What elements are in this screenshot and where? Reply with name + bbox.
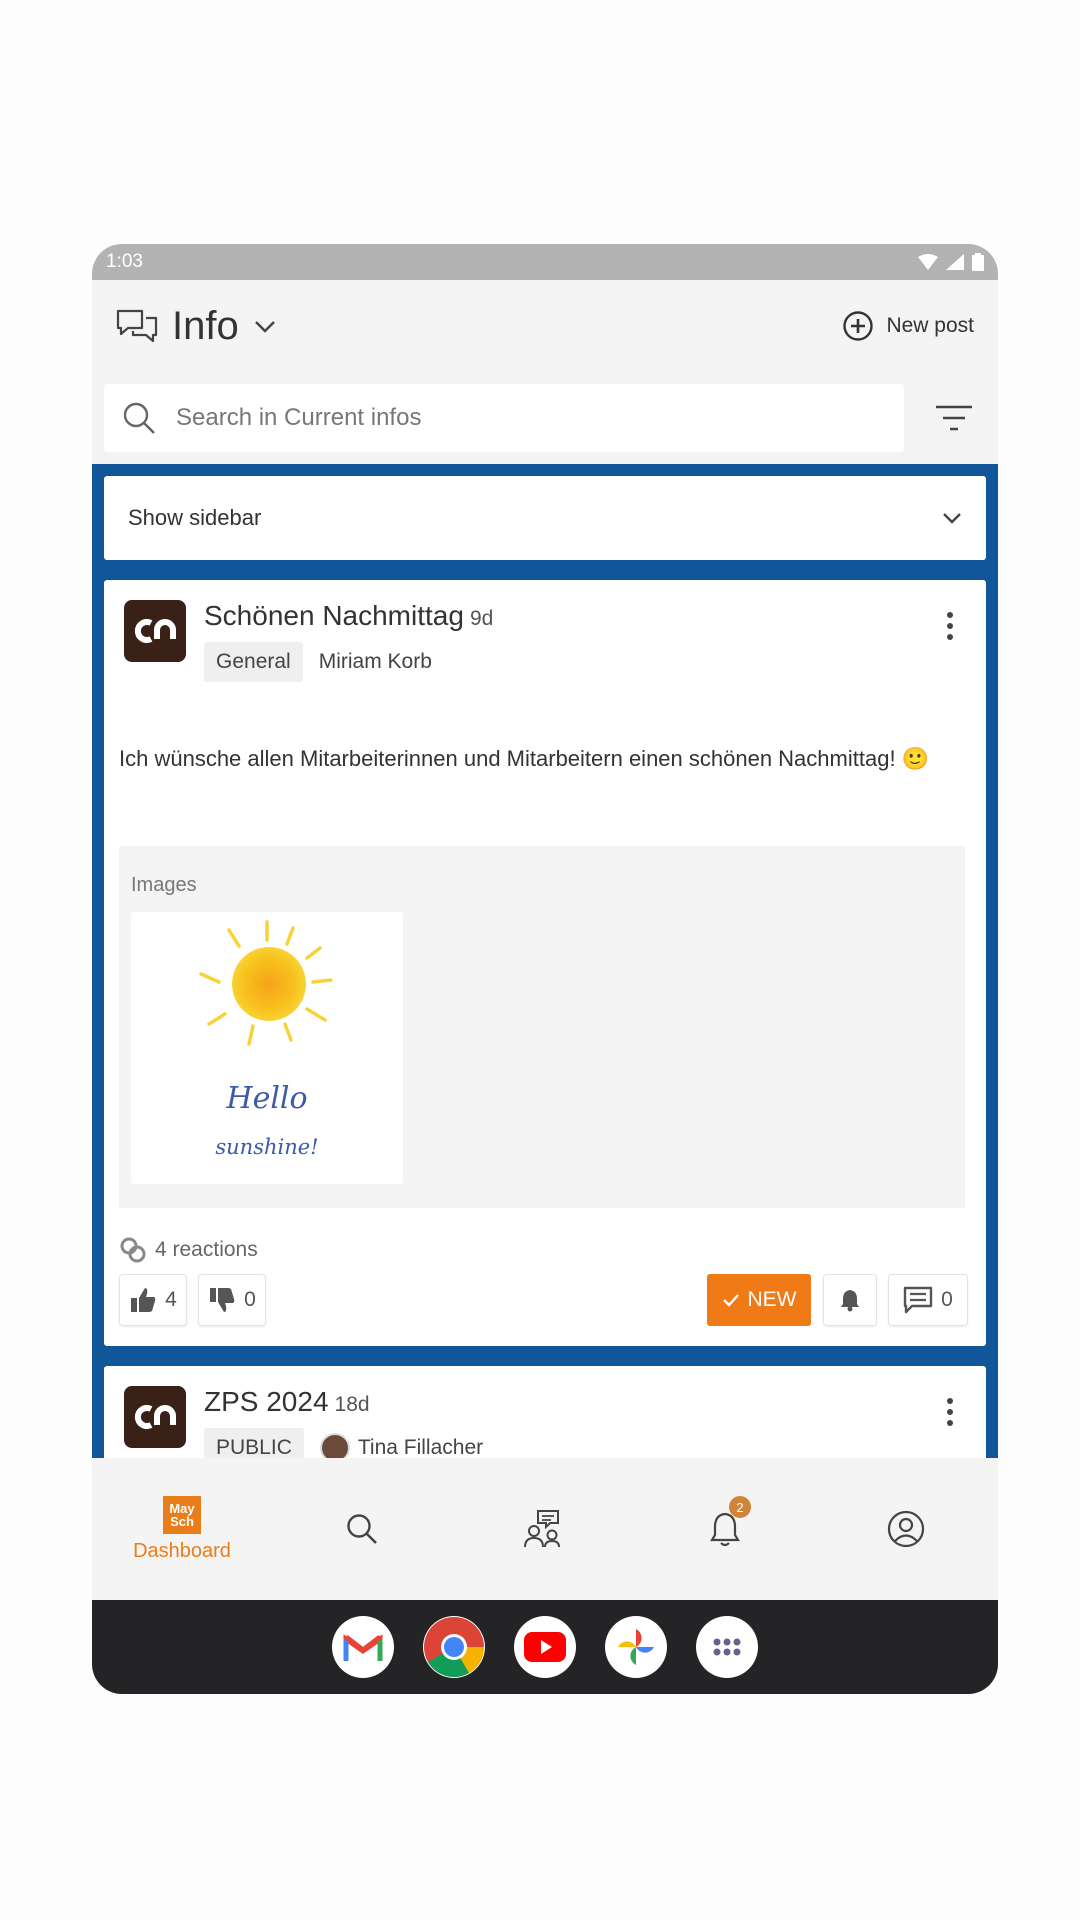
app-drawer-icon[interactable] bbox=[696, 1616, 758, 1678]
reactions-count: 4 reactions bbox=[155, 1238, 258, 1261]
channel-logo bbox=[124, 1386, 186, 1448]
post-card: Schönen Nachmittag 9d General Miriam Kor… bbox=[104, 580, 986, 1346]
new-post-button[interactable]: New post bbox=[842, 310, 974, 342]
chrome-logo bbox=[424, 1617, 484, 1678]
gmail-logo bbox=[343, 1634, 383, 1661]
reactions-icon bbox=[120, 1237, 146, 1263]
category-tag[interactable]: General bbox=[204, 642, 303, 682]
filter-button[interactable] bbox=[930, 394, 978, 442]
comment-count: 0 bbox=[941, 1288, 953, 1311]
device-frame: 1:03 Info New post Search in Current inf… bbox=[92, 244, 998, 1694]
image-thumbnail[interactable]: Hello sunshine! bbox=[131, 912, 403, 1184]
plus-circle-icon bbox=[843, 311, 874, 341]
dislike-button[interactable]: 0 bbox=[198, 1274, 266, 1326]
author-name: Tina Fillacher bbox=[357, 1436, 484, 1459]
like-button[interactable]: 4 bbox=[119, 1274, 187, 1326]
nav-dashboard[interactable]: May Sch Dashboard bbox=[122, 1458, 242, 1600]
post-meta: General Miriam Korb bbox=[204, 642, 432, 682]
nav-dashboard-label: Dashboard bbox=[133, 1539, 231, 1562]
post-title-row: ZPS 2024 18d bbox=[204, 1386, 370, 1418]
logo-icon bbox=[134, 619, 176, 643]
more-options-icon[interactable] bbox=[946, 612, 954, 640]
app-header: Info New post bbox=[92, 280, 998, 372]
dashboard-logo-icon: May Sch bbox=[163, 1495, 201, 1534]
filter-icon bbox=[936, 405, 972, 431]
search-input[interactable]: Search in Current infos bbox=[104, 384, 904, 452]
page-title: Info bbox=[172, 303, 239, 348]
signal-icon bbox=[946, 254, 964, 270]
search-icon bbox=[123, 402, 155, 434]
status-time: 1:03 bbox=[106, 251, 143, 272]
chevron-down-icon bbox=[254, 321, 275, 333]
people-chat-icon bbox=[524, 1510, 560, 1548]
post-title[interactable]: Schönen Nachmittag bbox=[204, 600, 464, 632]
battery-icon bbox=[972, 253, 984, 271]
dislike-count: 0 bbox=[244, 1288, 256, 1311]
post-body: Ich wünsche allen Mitarbeiterinnen und M… bbox=[119, 746, 930, 771]
post-age: 18d bbox=[334, 1393, 370, 1416]
like-count: 4 bbox=[165, 1288, 177, 1311]
post-title[interactable]: ZPS 2024 bbox=[204, 1386, 329, 1418]
gmail-icon[interactable] bbox=[332, 1616, 394, 1678]
image-caption-2: sunshine! bbox=[215, 1135, 318, 1159]
wifi-icon bbox=[918, 254, 938, 270]
channel-selector[interactable]: Info bbox=[116, 304, 277, 349]
search-icon bbox=[347, 1514, 377, 1544]
android-dock bbox=[92, 1600, 998, 1694]
notify-button[interactable] bbox=[823, 1274, 877, 1326]
new-post-label: New post bbox=[886, 314, 974, 337]
images-label: Images bbox=[131, 874, 197, 896]
notification-badge: 2 bbox=[729, 1496, 751, 1518]
photos-icon[interactable] bbox=[605, 1616, 667, 1678]
author-name[interactable]: Miriam Korb bbox=[319, 650, 432, 674]
photos-logo bbox=[618, 1629, 654, 1665]
image-caption-1: Hello bbox=[225, 1081, 307, 1116]
post-title-row: Schönen Nachmittag 9d bbox=[204, 600, 493, 632]
youtube-logo bbox=[524, 1632, 566, 1662]
chevron-down-icon bbox=[943, 513, 961, 524]
thumbs-down-icon bbox=[210, 1288, 235, 1312]
post-age: 9d bbox=[469, 607, 494, 630]
dots-grid-icon bbox=[713, 1638, 741, 1656]
sun-illustration: Hello sunshine! bbox=[199, 920, 333, 1159]
images-section: Images Hello sunshine! bbox=[119, 846, 965, 1208]
nav-notifications[interactable]: 2 bbox=[695, 1458, 755, 1600]
show-sidebar-label: Show sidebar bbox=[128, 505, 262, 530]
info-feed[interactable]: Show sidebar Schönen Nachmittag 9d Gener… bbox=[92, 464, 998, 1466]
channel-logo bbox=[124, 600, 186, 662]
reactions-summary[interactable]: 4 reactions bbox=[119, 1236, 258, 1264]
user-circle-icon bbox=[887, 1510, 925, 1548]
more-options-icon[interactable] bbox=[946, 1398, 954, 1426]
thumbs-up-icon bbox=[131, 1288, 156, 1312]
dashboard-logo-top: May bbox=[169, 1500, 195, 1516]
nav-search[interactable] bbox=[332, 1458, 392, 1600]
bell-icon bbox=[841, 1290, 859, 1312]
status-bar: 1:03 bbox=[92, 244, 998, 280]
show-sidebar-toggle[interactable]: Show sidebar bbox=[104, 476, 986, 560]
comments-button[interactable]: 0 bbox=[888, 1274, 968, 1326]
check-icon bbox=[722, 1294, 739, 1307]
nav-people[interactable] bbox=[514, 1458, 574, 1600]
nav-profile[interactable] bbox=[876, 1458, 936, 1600]
status-icons bbox=[918, 253, 984, 271]
search-row: Search in Current infos bbox=[92, 372, 998, 464]
search-placeholder: Search in Current infos bbox=[176, 404, 422, 431]
bottom-navigation: May Sch Dashboard 2 bbox=[92, 1458, 998, 1600]
new-label: NEW bbox=[747, 1288, 797, 1311]
post-card: ZPS 2024 18d PUBLIC Tina Fillacher bbox=[104, 1366, 986, 1466]
logo-icon bbox=[134, 1405, 176, 1429]
dashboard-logo-bottom: Sch bbox=[170, 1513, 194, 1529]
youtube-icon[interactable] bbox=[514, 1616, 576, 1678]
chrome-icon[interactable] bbox=[423, 1616, 485, 1678]
comment-icon bbox=[903, 1286, 933, 1314]
chat-bubbles-icon bbox=[116, 309, 158, 343]
mark-read-button[interactable]: NEW bbox=[707, 1274, 811, 1326]
